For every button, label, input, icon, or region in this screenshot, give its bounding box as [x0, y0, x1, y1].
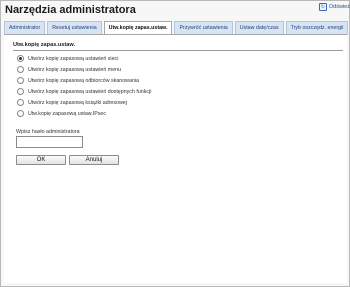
tab-reset-settings[interactable]: Resetuj ustawienia: [47, 21, 102, 35]
option-backup-ipsec[interactable]: Utw.kopię zapasową ustaw.IPsec: [17, 109, 106, 118]
option-backup-network[interactable]: Utwórz kopię zapasową ustawień sieci: [17, 54, 118, 63]
option-backup-menu[interactable]: Utwórz kopię zapasową ustawień menu: [17, 65, 121, 74]
radio-button[interactable]: [17, 55, 24, 62]
refresh-link[interactable]: ↻ Odświeź: [318, 3, 350, 11]
tab-set-date-time[interactable]: Ustaw datę/czas: [234, 21, 284, 35]
option-label: Utwórz kopię zapasową odbiorców skanowan…: [28, 77, 139, 84]
password-input[interactable]: [16, 136, 83, 148]
ok-button[interactable]: OK: [16, 155, 66, 165]
refresh-icon: ↻: [318, 3, 327, 11]
radio-button[interactable]: [17, 110, 24, 117]
option-backup-available-functions[interactable]: Utwórz kopię zapasową ustawień dostępnyc…: [17, 87, 151, 96]
option-label: Utwórz kopię zapasową ustawień menu: [28, 66, 122, 73]
radio-button[interactable]: [17, 77, 24, 84]
radio-button[interactable]: [17, 99, 24, 106]
option-label: Utwórz kopię zapasową książki adresowej: [28, 99, 127, 106]
option-backup-scan-destinations[interactable]: Utwórz kopię zapasową odbiorców skanowan…: [17, 76, 139, 85]
tab-energy-saver[interactable]: Tryb oszczędz. energii: [285, 21, 349, 35]
option-label: Utwórz kopię zapasową ustawień dostępnyc…: [28, 88, 152, 95]
radio-button[interactable]: [17, 66, 24, 73]
section-title: Utw.kopię zapas.ustaw.: [13, 42, 76, 48]
refresh-label: Odświeź: [328, 4, 350, 10]
option-label: Utw.kopię zapasową ustaw.IPsec: [28, 110, 107, 117]
tab-bar: Administrator Resetuj ustawienia Utw.kop…: [4, 21, 350, 35]
option-label: Utwórz kopię zapasową ustawień sieci: [28, 55, 119, 62]
tab-backup-settings[interactable]: Utw.kopię zapas.ustaw.: [103, 21, 173, 35]
cancel-button[interactable]: Anuluj: [69, 155, 119, 165]
password-label: Wpisz hasło administratora: [16, 129, 80, 135]
tab-administrator[interactable]: Administrator: [4, 21, 46, 35]
section-divider: [13, 50, 343, 51]
radio-button[interactable]: [17, 88, 24, 95]
tab-restore-settings[interactable]: Przywróć ustawienia: [174, 21, 233, 35]
page-title: Narzędzia administratora: [5, 4, 136, 16]
option-backup-address-book[interactable]: Utwórz kopię zapasową książki adresowej: [17, 98, 127, 107]
